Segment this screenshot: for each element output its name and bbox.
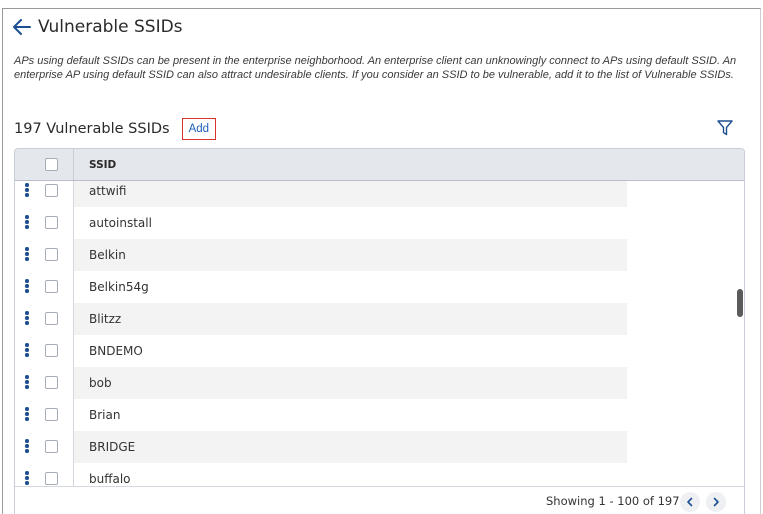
row-menu-icon[interactable]: [24, 215, 30, 231]
table-row[interactable]: Belkin: [15, 239, 744, 271]
row-menu-icon[interactable]: [24, 311, 30, 327]
ssid-cell: bob: [89, 376, 112, 390]
table-row[interactable]: bob: [15, 367, 744, 399]
row-checkbox[interactable]: [45, 376, 58, 389]
table-row[interactable]: autoinstall: [15, 207, 744, 239]
filter-icon[interactable]: [716, 119, 734, 137]
table-row[interactable]: Brian: [15, 399, 744, 431]
header-divider: [73, 149, 74, 180]
row-checkbox[interactable]: [45, 184, 58, 197]
row-menu-icon[interactable]: [24, 183, 30, 199]
page-description: APs using default SSIDs can be present i…: [14, 55, 737, 81]
row-checkbox[interactable]: [45, 280, 58, 293]
table-row[interactable]: Belkin54g: [15, 271, 744, 303]
row-checkbox[interactable]: [45, 312, 58, 325]
ssid-cell: buffalo: [89, 472, 131, 486]
page-title: Vulnerable SSIDs: [38, 17, 183, 37]
row-menu-icon[interactable]: [24, 407, 30, 423]
row-checkbox[interactable]: [45, 248, 58, 261]
row-menu-icon[interactable]: [24, 343, 30, 359]
back-arrow-icon[interactable]: [12, 17, 32, 37]
table-row[interactable]: attwifi: [15, 181, 744, 207]
ssid-cell: Brian: [89, 408, 121, 422]
next-page-button[interactable]: [706, 492, 726, 512]
list-toolbar: 197 Vulnerable SSIDs Add: [14, 117, 217, 141]
row-menu-icon[interactable]: [24, 375, 30, 391]
chevron-right-icon: [713, 497, 719, 507]
table-row[interactable]: Blitzz: [15, 303, 744, 335]
vulnerable-ssid-table: SSID attwifi autoinstall Belkin Belkin54…: [14, 148, 745, 514]
row-checkbox[interactable]: [45, 216, 58, 229]
table-row[interactable]: BNDEMO: [15, 335, 744, 367]
table-row[interactable]: buffalo: [15, 463, 744, 486]
add-button[interactable]: Add: [181, 118, 217, 140]
row-checkbox[interactable]: [45, 408, 58, 421]
pagination-status: Showing 1 - 100 of 197: [546, 494, 680, 508]
table-header: SSID: [15, 149, 744, 181]
row-menu-icon[interactable]: [24, 439, 30, 455]
table-body[interactable]: attwifi autoinstall Belkin Belkin54g Bli…: [15, 181, 744, 486]
row-menu-icon[interactable]: [24, 471, 30, 486]
vertical-scrollbar[interactable]: [737, 289, 743, 317]
chevron-left-icon: [687, 497, 693, 507]
select-all-checkbox[interactable]: [45, 158, 58, 171]
ssid-cell: BNDEMO: [89, 344, 143, 358]
row-menu-icon[interactable]: [24, 279, 30, 295]
row-checkbox[interactable]: [45, 440, 58, 453]
ssid-cell: BRIDGE: [89, 440, 136, 454]
ssid-cell: Belkin54g: [89, 280, 149, 294]
page-header: Vulnerable SSIDs: [12, 16, 183, 38]
row-checkbox[interactable]: [45, 344, 58, 357]
row-menu-icon[interactable]: [24, 247, 30, 263]
column-header-ssid[interactable]: SSID: [89, 159, 116, 171]
ssid-count-title: 197 Vulnerable SSIDs: [14, 121, 170, 137]
ssid-cell: Blitzz: [89, 312, 122, 326]
table-row[interactable]: BRIDGE: [15, 431, 744, 463]
previous-page-button[interactable]: [680, 492, 700, 512]
table-footer: Showing 1 - 100 of 197: [15, 486, 744, 514]
ssid-cell: Belkin: [89, 248, 126, 262]
row-checkbox[interactable]: [45, 472, 58, 485]
ssid-cell: attwifi: [89, 184, 127, 198]
ssid-cell: autoinstall: [89, 216, 152, 230]
